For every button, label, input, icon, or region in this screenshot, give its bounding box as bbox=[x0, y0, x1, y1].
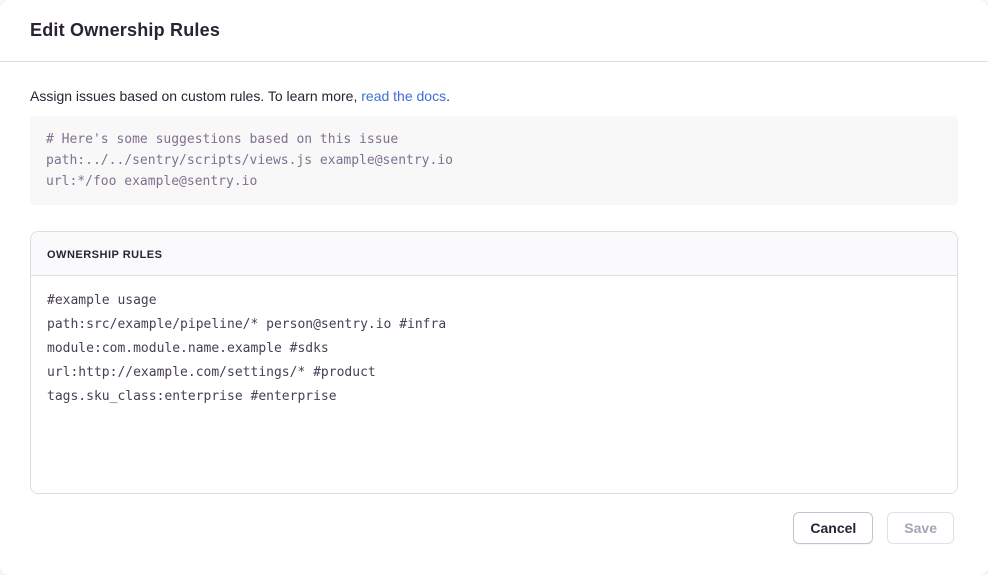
panel-header: OWNERSHIP RULES bbox=[31, 232, 957, 276]
description: Assign issues based on custom rules. To … bbox=[30, 86, 958, 106]
description-text-end: . bbox=[446, 88, 450, 104]
modal-body: Assign issues based on custom rules. To … bbox=[0, 62, 988, 512]
suggestions-code-block: # Here's some suggestions based on this … bbox=[30, 116, 958, 205]
ownership-rules-textarea[interactable]: #example usage path:src/example/pipeline… bbox=[31, 276, 957, 493]
panel-header-label: OWNERSHIP RULES bbox=[47, 249, 162, 261]
modal-header: Edit Ownership Rules bbox=[0, 0, 988, 62]
modal-footer: Cancel Save bbox=[0, 512, 988, 575]
save-button[interactable]: Save bbox=[887, 512, 954, 544]
cancel-button[interactable]: Cancel bbox=[793, 512, 873, 544]
description-text: Assign issues based on custom rules. To … bbox=[30, 88, 361, 104]
ownership-rules-panel: OWNERSHIP RULES #example usage path:src/… bbox=[30, 231, 958, 494]
read-the-docs-link[interactable]: read the docs bbox=[361, 88, 446, 104]
modal-title: Edit Ownership Rules bbox=[30, 20, 220, 41]
edit-ownership-rules-modal: Edit Ownership Rules Assign issues based… bbox=[0, 0, 988, 575]
